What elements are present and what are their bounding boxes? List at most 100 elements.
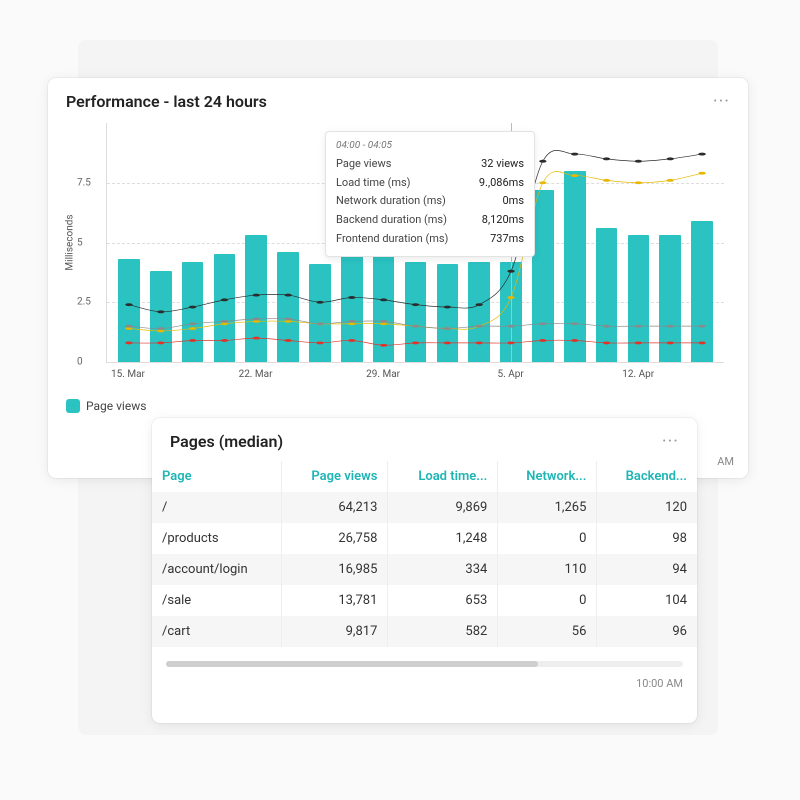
data-point[interactable]: [603, 325, 610, 328]
data-point[interactable]: [221, 339, 228, 342]
table-cell: 110: [498, 554, 597, 585]
y-tick-label: 5: [77, 237, 83, 248]
card-menu-button[interactable]: ···: [662, 433, 679, 451]
table-row[interactable]: /sale13,7816530104: [152, 585, 697, 616]
data-point[interactable]: [253, 318, 260, 321]
data-point[interactable]: [603, 341, 610, 344]
table-header[interactable]: Load time...: [388, 461, 498, 492]
data-point[interactable]: [253, 294, 260, 297]
data-point[interactable]: [348, 296, 355, 299]
data-point[interactable]: [698, 341, 705, 344]
data-point[interactable]: [667, 341, 674, 344]
data-point[interactable]: [475, 341, 482, 344]
data-point[interactable]: [157, 341, 164, 344]
chart-tooltip: 04:00 - 04:05Page views32 viewsLoad time…: [325, 131, 535, 257]
data-point[interactable]: [571, 322, 578, 325]
data-point[interactable]: [316, 341, 323, 344]
data-point[interactable]: [539, 181, 546, 184]
data-point[interactable]: [125, 341, 132, 344]
table-cell: 1,248: [388, 523, 498, 554]
data-point[interactable]: [635, 341, 642, 344]
data-point[interactable]: [284, 294, 291, 297]
data-point[interactable]: [125, 325, 132, 328]
data-point[interactable]: [475, 303, 482, 306]
x-tick-label: 5. Apr: [498, 369, 524, 380]
x-tick-label: 12. Apr: [622, 369, 654, 380]
table-cell: 334: [388, 554, 498, 585]
data-point[interactable]: [284, 318, 291, 321]
scrollbar-thumb[interactable]: [166, 661, 538, 667]
data-point[interactable]: [316, 301, 323, 304]
table-row[interactable]: /64,2139,8691,265120: [152, 492, 697, 523]
data-point[interactable]: [507, 270, 514, 273]
data-point[interactable]: [667, 325, 674, 328]
data-point[interactable]: [444, 306, 451, 309]
data-point[interactable]: [507, 296, 514, 299]
data-point[interactable]: [539, 339, 546, 342]
chart-area[interactable]: Milliseconds 02.557.504:00 - 04:05Page v…: [48, 117, 748, 389]
data-point[interactable]: [667, 157, 674, 160]
data-point[interactable]: [189, 339, 196, 342]
table-cell: 64,213: [282, 492, 388, 523]
data-point[interactable]: [603, 157, 610, 160]
data-point[interactable]: [189, 306, 196, 309]
data-point[interactable]: [444, 327, 451, 330]
data-point[interactable]: [253, 337, 260, 340]
data-point[interactable]: [380, 320, 387, 323]
table-header[interactable]: Page: [152, 461, 282, 492]
data-point[interactable]: [571, 153, 578, 156]
data-point[interactable]: [412, 341, 419, 344]
table-header[interactable]: Network...: [498, 461, 597, 492]
data-point[interactable]: [475, 325, 482, 328]
table-cell: 96: [597, 616, 697, 647]
data-point[interactable]: [412, 303, 419, 306]
data-point[interactable]: [316, 322, 323, 325]
data-point[interactable]: [348, 339, 355, 342]
data-point[interactable]: [444, 341, 451, 344]
x-tick-label: 22. Mar: [239, 369, 273, 380]
data-point[interactable]: [380, 298, 387, 301]
data-point[interactable]: [412, 325, 419, 328]
card-menu-button[interactable]: ···: [713, 93, 730, 111]
data-point[interactable]: [380, 344, 387, 347]
data-point[interactable]: [189, 322, 196, 325]
data-point[interactable]: [698, 172, 705, 175]
data-point[interactable]: [635, 325, 642, 328]
table-row[interactable]: /products26,7581,248098: [152, 523, 697, 554]
timestamp: AM: [717, 455, 734, 468]
data-point[interactable]: [539, 322, 546, 325]
data-point[interactable]: [507, 325, 514, 328]
data-point[interactable]: [348, 320, 355, 323]
data-point[interactable]: [157, 327, 164, 330]
table-cell: 104: [597, 585, 697, 616]
plot-area[interactable]: 02.557.504:00 - 04:05Page views32 viewsL…: [106, 123, 724, 363]
data-point[interactable]: [635, 160, 642, 163]
table-header[interactable]: Page views: [282, 461, 388, 492]
data-point[interactable]: [157, 310, 164, 313]
table-cell: /sale: [152, 585, 282, 616]
table-cell: 26,758: [282, 523, 388, 554]
data-point[interactable]: [571, 174, 578, 177]
table-cell: 1,265: [498, 492, 597, 523]
table-row[interactable]: /account/login16,98533411094: [152, 554, 697, 585]
data-point[interactable]: [221, 298, 228, 301]
data-point[interactable]: [698, 153, 705, 156]
data-point[interactable]: [125, 303, 132, 306]
data-point[interactable]: [507, 341, 514, 344]
data-point[interactable]: [539, 160, 546, 163]
data-point[interactable]: [635, 181, 642, 184]
data-point[interactable]: [221, 320, 228, 323]
data-point[interactable]: [603, 179, 610, 182]
data-point[interactable]: [284, 339, 291, 342]
data-point[interactable]: [189, 327, 196, 330]
table-cell: 120: [597, 492, 697, 523]
table-cell: 582: [388, 616, 498, 647]
table-cell: 9,869: [388, 492, 498, 523]
data-point[interactable]: [698, 325, 705, 328]
data-point[interactable]: [571, 339, 578, 342]
table-header[interactable]: Backend...: [597, 461, 697, 492]
x-axis: 15. Mar22. Mar29. Mar5. Apr12. Apr: [106, 363, 724, 389]
data-point[interactable]: [667, 179, 674, 182]
horizontal-scrollbar[interactable]: [166, 661, 683, 667]
table-row[interactable]: /cart9,8175825696: [152, 616, 697, 647]
